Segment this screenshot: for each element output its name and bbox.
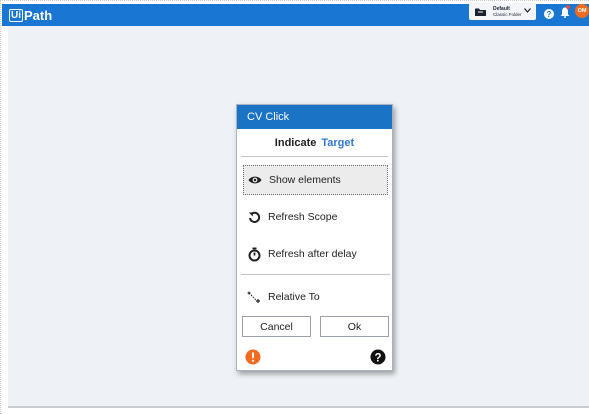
notification-badge	[566, 5, 570, 9]
chevron-down-icon	[524, 8, 531, 15]
eye-icon	[247, 172, 263, 188]
refresh-scope-label: Refresh Scope	[268, 211, 338, 223]
refresh-scope-item[interactable]: Refresh Scope	[243, 202, 388, 232]
target-link[interactable]: Target	[321, 137, 354, 149]
refresh-after-delay-label: Refresh after delay	[268, 248, 357, 260]
relative-arrows-icon	[246, 289, 262, 305]
avatar[interactable]: OM	[575, 4, 589, 18]
svg-text:?: ?	[374, 352, 381, 364]
cancel-button[interactable]: Cancel	[242, 316, 311, 337]
divider	[241, 156, 388, 157]
svg-text:?: ?	[547, 10, 552, 19]
logo-prefix: Ui	[9, 8, 23, 22]
show-elements-item[interactable]: Show elements	[243, 165, 388, 195]
help-icon[interactable]: ?	[370, 349, 386, 365]
folder-picker[interactable]: Default Classic Folder	[469, 3, 536, 20]
divider	[241, 274, 390, 275]
indicate-label: Indicate	[274, 136, 317, 149]
folder-icon	[475, 8, 486, 16]
relative-to-item[interactable]: Relative To	[243, 282, 388, 312]
show-elements-label: Show elements	[269, 174, 341, 186]
cv-click-dialog: CV Click Indicate Target Show elements R…	[236, 104, 393, 371]
dialog-title: CV Click	[237, 105, 392, 129]
warning-icon[interactable]	[245, 349, 261, 365]
folder-type: Classic Folder	[493, 11, 522, 17]
relative-to-label: Relative To	[268, 291, 320, 303]
refresh-icon	[246, 209, 262, 225]
logo-suffix: Path	[24, 7, 53, 23]
ok-button[interactable]: Ok	[320, 316, 389, 337]
indicate-target-header: Indicate Target	[237, 129, 392, 156]
timer-icon	[246, 246, 262, 262]
help-icon[interactable]: ?	[544, 6, 554, 19]
uipath-logo[interactable]: Ui Path	[9, 7, 52, 23]
refresh-after-delay-item[interactable]: Refresh after delay	[243, 239, 388, 269]
